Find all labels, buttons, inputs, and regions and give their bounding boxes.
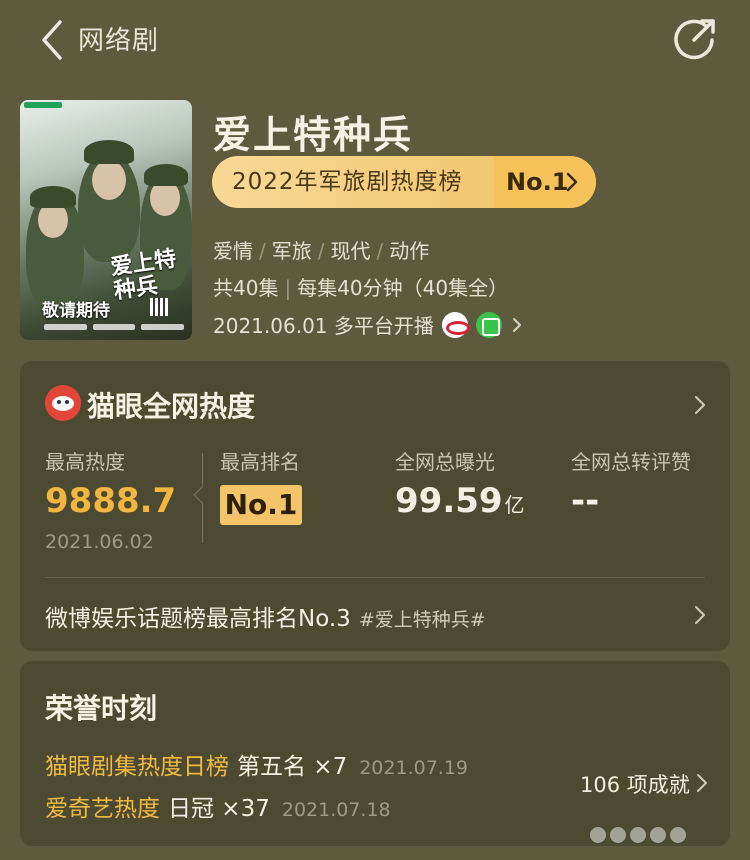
show-poster[interactable]: 爱上特种兵 敬请期待 bbox=[20, 100, 192, 340]
exposure-value-group: 99.59 亿 bbox=[395, 481, 525, 521]
weibo-rank-text: 微博娱乐话题榜最高排名No.3 bbox=[45, 606, 351, 632]
premiere-info[interactable]: 2021.06.01 多平台开播 bbox=[213, 310, 522, 339]
exposure-unit: 亿 bbox=[504, 493, 525, 517]
genre-tag[interactable]: 爱情 bbox=[213, 239, 253, 263]
honor-date: 2021.07.18 bbox=[281, 799, 391, 821]
poster-cap bbox=[30, 186, 76, 208]
watermark bbox=[590, 822, 730, 848]
genre-rank-value: No.1 bbox=[506, 168, 569, 196]
genre-tag[interactable]: 军旅 bbox=[272, 239, 312, 263]
poster-face bbox=[92, 160, 126, 200]
episode-duration: 每集40分钟（40集全） bbox=[297, 276, 509, 300]
genre-rank-label: 2022年军旅剧热度榜 bbox=[232, 169, 463, 195]
achievement-count-link[interactable]: 106 项成就 bbox=[580, 769, 690, 799]
honor-row: 猫眼剧集热度日榜 第五名 ×7 2021.07.19 bbox=[45, 747, 468, 781]
poster-platform-tag bbox=[24, 102, 62, 108]
chevron-right-icon[interactable] bbox=[694, 605, 706, 625]
premiere-date: 2021.06.01 多平台开播 bbox=[213, 314, 434, 338]
poster-sponsor-logos bbox=[44, 324, 185, 332]
genre-tags: 爱情 / 军旅 / 现代 / 动作 bbox=[213, 239, 430, 263]
maoyan-heat-card: 猫眼全网热度 最高热度 9888.7 2021.06.02 最高排名 No.1 … bbox=[20, 361, 730, 651]
genre-rank-badge: No.1 bbox=[494, 156, 596, 208]
genre-rank-pill[interactable]: 2022年军旅剧热度榜 No.1 bbox=[212, 156, 596, 208]
heat-card-title: 猫眼全网热度 bbox=[87, 390, 256, 423]
peak-heat-value: 9888.7 bbox=[45, 481, 177, 521]
poster-title-calligraphy: 爱上特种兵 bbox=[108, 245, 178, 305]
poster-cap bbox=[84, 140, 134, 164]
poster-qr-code bbox=[150, 298, 168, 316]
chevron-right-icon[interactable] bbox=[694, 395, 706, 415]
peak-rank-badge: No.1 bbox=[220, 485, 302, 525]
iqiyi-logo-icon bbox=[475, 311, 502, 338]
peak-rank-label: 最高排名 bbox=[220, 450, 300, 474]
poster-cap bbox=[144, 164, 188, 186]
back-arrow-icon[interactable] bbox=[36, 18, 70, 62]
exposure-label: 全网总曝光 bbox=[395, 450, 495, 474]
poster-coming-soon: 敬请期待 bbox=[42, 301, 110, 321]
engagement-label: 全网总转评赞 bbox=[571, 450, 691, 474]
honor-card-title: 荣誉时刻 bbox=[45, 692, 158, 725]
honor-chart-name: 猫眼剧集热度日榜 bbox=[45, 754, 229, 780]
honor-chart-rank: 第五名 ×7 bbox=[237, 754, 348, 780]
engagement-value: -- bbox=[571, 481, 600, 521]
honor-date: 2021.07.19 bbox=[359, 757, 469, 779]
stat-divider-tick bbox=[193, 486, 211, 504]
exposure-value: 99.59 bbox=[395, 481, 503, 521]
episode-info: 共40集 | 每集40分钟（40集全） bbox=[213, 276, 509, 300]
honor-chart-rank: 日冠 ×37 bbox=[168, 796, 270, 822]
maoyan-cat-icon bbox=[45, 385, 81, 421]
episode-count: 共40集 bbox=[213, 276, 279, 300]
honor-chart-name: 爱奇艺热度 bbox=[45, 796, 160, 822]
genre-tag[interactable]: 现代 bbox=[331, 239, 371, 263]
peak-heat-date: 2021.06.02 bbox=[45, 531, 154, 553]
honor-moments-card: 荣誉时刻 猫眼剧集热度日榜 第五名 ×7 2021.07.19 爱奇艺热度 日冠 ×3… bbox=[20, 661, 730, 846]
genre-tag[interactable]: 动作 bbox=[389, 239, 429, 263]
weibo-hashtag: #爱上特种兵# bbox=[358, 609, 486, 631]
platform-logo-icon bbox=[441, 311, 470, 338]
weibo-topic-rank[interactable]: 微博娱乐话题榜最高排名No.3 #爱上特种兵# bbox=[45, 599, 486, 633]
chevron-right-icon bbox=[512, 317, 521, 332]
peak-heat-label: 最高热度 bbox=[45, 450, 125, 474]
card-divider bbox=[45, 577, 705, 578]
honor-row: 爱奇艺热度 日冠 ×37 2021.07.18 bbox=[45, 789, 391, 823]
share-icon[interactable] bbox=[672, 16, 718, 62]
chevron-right-icon bbox=[566, 172, 578, 192]
top-bar: 网络剧 bbox=[0, 0, 750, 80]
show-title: 爱上特种兵 bbox=[213, 113, 414, 157]
chevron-right-icon[interactable] bbox=[696, 773, 708, 793]
page-category-title: 网络剧 bbox=[78, 26, 160, 56]
